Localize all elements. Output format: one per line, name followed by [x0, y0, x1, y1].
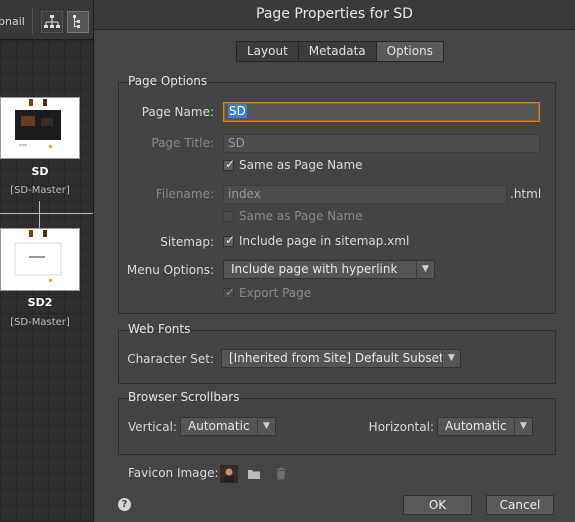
character-set-label: Character Set:	[127, 352, 214, 366]
web-fonts-title: Web Fonts	[128, 322, 191, 336]
chevron-down-icon: ▼	[257, 418, 275, 435]
page-name-sd: SD	[31, 165, 49, 178]
checkbox-label: Include page in sitemap.xml	[239, 234, 410, 248]
vertical-value: Automatic	[188, 419, 250, 433]
horizontal-scrollbar-dropdown[interactable]: Automatic ▼	[437, 417, 533, 436]
page-name-label: Page Name:	[141, 105, 214, 119]
page-name-value: SD	[228, 104, 247, 118]
menu-options-value: Include page with hyperlink	[231, 262, 398, 276]
vertical-scrollbar-dropdown[interactable]: Automatic ▼	[180, 417, 276, 436]
checkbox-label: Same as Page Name	[239, 158, 363, 172]
browser-scrollbars-group: Browser Scrollbars Vertical: Automatic ▼…	[118, 388, 556, 455]
hierarchy-connector	[0, 213, 100, 214]
checkbox-box: ✓	[223, 284, 236, 299]
dialog-title: Page Properties for SD	[256, 6, 413, 22]
chevron-down-icon: ▼	[416, 261, 434, 278]
sitemap-label: Sitemap:	[160, 235, 214, 249]
checkbox-box: ✓	[223, 156, 236, 171]
filename-label: Filename:	[155, 187, 214, 201]
checkbox-label: Export Page	[239, 286, 312, 300]
thumbnail-label: bnail	[0, 15, 25, 28]
dialog-titlebar[interactable]: Page Properties for SD	[94, 0, 575, 30]
checkbox-box	[223, 210, 234, 222]
same-as-page-name-checkbox[interactable]: ✓ Same as Page Name	[223, 156, 363, 172]
include-sitemap-checkbox[interactable]: ✓ Include page in sitemap.xml	[223, 232, 410, 248]
toolbar-divider	[32, 8, 33, 34]
vertical-label: Vertical:	[128, 420, 177, 434]
export-page-checkbox[interactable]: ✓ Export Page	[223, 284, 312, 300]
menu-options-label: Menu Options:	[126, 263, 214, 277]
browser-scrollbars-title: Browser Scrollbars	[128, 390, 240, 404]
cancel-button[interactable]: Cancel	[486, 495, 554, 515]
ok-button[interactable]: OK	[403, 495, 472, 515]
checkmark-icon: ✓	[225, 284, 236, 299]
page-options-title: Page Options	[128, 74, 208, 88]
page-thumbnail-sd2[interactable]	[0, 228, 80, 291]
filename-extension: .html	[510, 187, 542, 201]
page-thumbnail-sd[interactable]	[0, 97, 80, 159]
page-master-sd: [SD-Master]	[10, 185, 70, 196]
options-panel: Page Options Page Name: SD Page Title: S…	[118, 61, 556, 480]
page-title-label: Page Title:	[151, 136, 214, 150]
page-name-input[interactable]: SD	[223, 102, 540, 122]
checkbox-box: ✓	[223, 232, 236, 247]
filename-input[interactable]: index	[223, 185, 507, 204]
horizontal-value: Automatic	[445, 419, 507, 433]
checkmark-icon: ✓	[225, 156, 236, 171]
list-view-icon[interactable]	[67, 11, 89, 33]
page-canvas: SD [SD-Master] SD2 [SD-Master]	[0, 41, 100, 522]
menu-options-dropdown[interactable]: Include page with hyperlink ▼	[223, 260, 435, 279]
trash-icon[interactable]	[275, 467, 287, 483]
tab-layout[interactable]: Layout	[236, 41, 299, 62]
hierarchy-connector	[39, 201, 40, 228]
folder-icon[interactable]	[247, 468, 261, 483]
checkbox-label: Same as Page Name	[239, 209, 363, 223]
horizontal-label: Horizontal:	[368, 420, 434, 434]
page-title-input[interactable]: SD	[223, 134, 540, 153]
help-icon[interactable]: ?	[118, 498, 131, 511]
panel-toolbar: bnail	[0, 0, 100, 40]
character-set-dropdown[interactable]: [Inherited from Site] Default Subset ▼	[221, 349, 461, 368]
favicon-preview[interactable]	[220, 465, 238, 483]
site-plan-panel: bnail SD [SD-Master] SD2 [SD-Master]	[0, 0, 100, 522]
favicon-label: Favicon Image:	[128, 466, 219, 480]
tab-metadata[interactable]: Metadata	[297, 41, 377, 62]
sitemap-view-icon[interactable]	[41, 11, 63, 33]
chevron-down-icon: ▼	[442, 350, 460, 367]
page-properties-dialog: Page Properties for SD Layout Metadata O…	[93, 0, 575, 522]
checkmark-icon: ✓	[225, 232, 236, 247]
page-name-sd2: SD2	[27, 296, 53, 309]
web-fonts-group: Web Fonts Character Set: [Inherited from…	[118, 320, 556, 384]
filename-same-as-page-name-checkbox[interactable]: Same as Page Name	[223, 209, 363, 223]
chevron-down-icon: ▼	[514, 418, 532, 435]
character-set-value: [Inherited from Site] Default Subset	[229, 351, 444, 365]
tab-bar: Layout Metadata Options	[236, 41, 444, 62]
page-options-group: Page Options Page Name: SD Page Title: S…	[118, 72, 556, 316]
tab-options[interactable]: Options	[375, 41, 444, 62]
page-master-sd2: [SD-Master]	[10, 317, 70, 328]
